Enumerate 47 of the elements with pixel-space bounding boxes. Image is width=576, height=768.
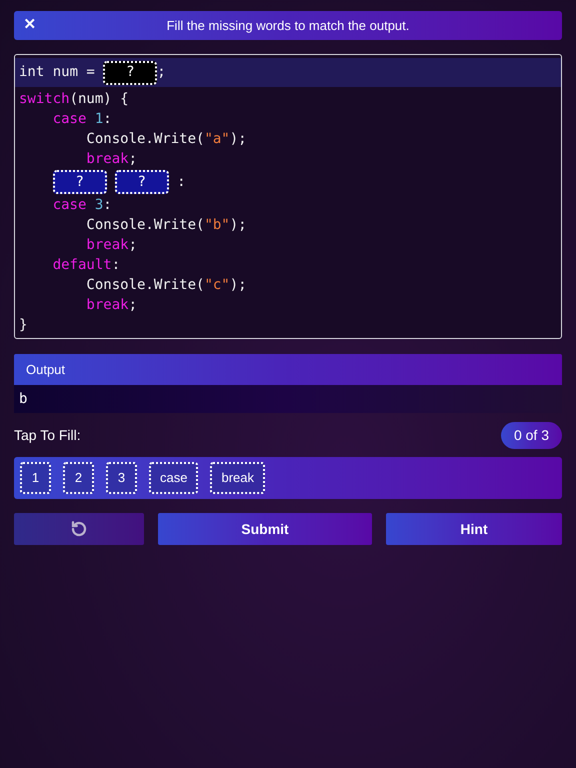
- code-token: );: [230, 130, 247, 148]
- code-token: switch: [19, 90, 70, 108]
- word-chip[interactable]: case: [149, 462, 198, 494]
- blank-slot[interactable]: ?: [103, 60, 158, 84]
- code-token: Console.Write(: [86, 130, 204, 148]
- word-chip[interactable]: break: [210, 462, 265, 494]
- code-token: "a": [204, 130, 230, 148]
- code-token: );: [230, 276, 247, 294]
- code-token: );: [230, 216, 247, 234]
- tap-to-fill-label: Tap To Fill:: [14, 426, 81, 445]
- code-token: 3: [94, 196, 104, 214]
- code-token: "c": [204, 276, 230, 294]
- code-token: ;: [157, 63, 166, 82]
- code-token: ;: [128, 296, 138, 314]
- code-token: break: [86, 150, 129, 168]
- reset-button[interactable]: [14, 513, 144, 545]
- code-token: ;: [128, 150, 138, 168]
- code-token: break: [86, 236, 129, 254]
- word-chip[interactable]: 1: [20, 462, 51, 494]
- code-token: :: [176, 172, 186, 192]
- code-token: default: [52, 256, 112, 274]
- word-chip[interactable]: 3: [106, 462, 137, 494]
- code-token: :: [112, 256, 120, 274]
- code-token: "b": [204, 216, 230, 234]
- code-token: 1: [94, 110, 104, 128]
- blank-slot[interactable]: ?: [52, 170, 107, 194]
- undo-icon: [70, 520, 88, 538]
- instruction-text: Fill the missing words to match the output.: [166, 16, 410, 35]
- code-token: case: [52, 196, 88, 214]
- code-token: ;: [128, 236, 138, 254]
- code-token: break: [86, 296, 129, 314]
- hint-button[interactable]: Hint: [386, 513, 562, 545]
- code-token: }: [19, 316, 28, 334]
- code-token: int num =: [19, 63, 96, 82]
- submit-button[interactable]: Submit: [158, 513, 372, 545]
- code-token: case: [52, 110, 88, 128]
- output-title: Output: [26, 360, 66, 379]
- output-value: b: [19, 390, 28, 408]
- code-token: (num) {: [70, 90, 129, 108]
- word-chip[interactable]: 2: [63, 462, 94, 494]
- code-token: :: [103, 110, 112, 128]
- code-token: :: [103, 196, 112, 214]
- progress-count: 0 of 3: [500, 422, 562, 449]
- close-button[interactable]: ✕: [22, 14, 38, 37]
- blank-slot[interactable]: ?: [114, 170, 169, 194]
- code-token: Console.Write(: [86, 276, 204, 294]
- code-token: Console.Write(: [86, 216, 204, 234]
